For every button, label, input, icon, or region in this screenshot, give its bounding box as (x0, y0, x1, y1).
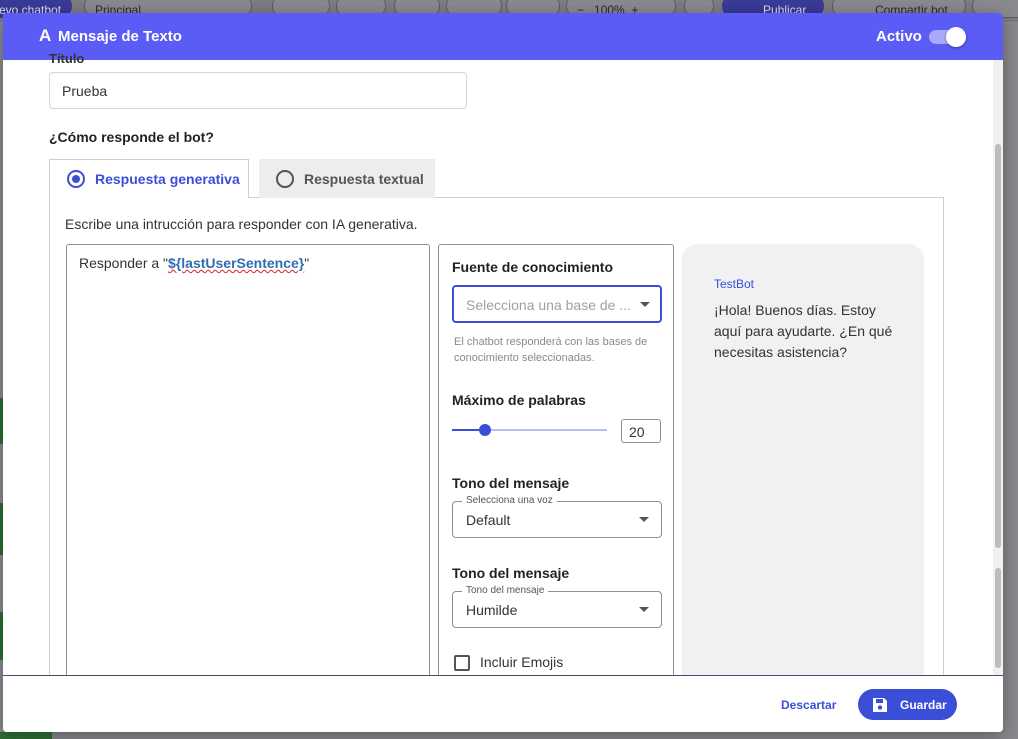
tone-select-value: Humilde (466, 602, 518, 618)
tab-label: Respuesta generativa (95, 171, 240, 187)
tone-select[interactable]: Tono del mensaje Humilde (452, 585, 662, 628)
active-toggle[interactable] (927, 27, 966, 47)
radio-unselected-icon (276, 169, 294, 188)
tab-label: Respuesta textual (304, 170, 424, 187)
save-button[interactable]: Guardar (858, 689, 957, 720)
voice-select-value: Default (466, 512, 511, 528)
caret-down-icon (640, 302, 650, 307)
title-input[interactable]: Prueba (49, 72, 467, 109)
max-words-label: Máximo de palabras (452, 392, 586, 408)
title-label: Título (49, 51, 85, 66)
scrollbar-thumb[interactable] (995, 144, 1001, 548)
max-words-slider-handle[interactable] (479, 424, 491, 436)
voice-select-legend: Selecciona una voz (462, 495, 557, 506)
chat-preview: TestBot ¡Hola! Buenos días. Estoy aquí p… (682, 244, 924, 704)
prompt-prefix: Responder a " (79, 255, 169, 271)
caret-down-icon (639, 607, 649, 612)
knowledge-base-select[interactable]: Selecciona una base de ... (452, 285, 662, 323)
tab-textual-response[interactable]: Respuesta textual (259, 159, 435, 198)
generation-settings-panel: Fuente de conocimiento Selecciona una ba… (438, 244, 674, 704)
caret-down-icon (639, 517, 649, 522)
modal-title: Mensaje de Texto (58, 28, 182, 45)
include-emojis-checkbox[interactable] (454, 655, 470, 671)
knowledge-help-text: El chatbot responderá con las bases de c… (454, 336, 648, 364)
tone-section-label: Tono del mensaje (452, 565, 570, 581)
floppy-disk-icon (873, 697, 887, 712)
knowledge-source-label: Fuente de conocimiento (452, 259, 614, 275)
tab-generative-response[interactable]: Respuesta generativa (49, 159, 249, 198)
response-question: ¿Cómo responde el bot? (49, 129, 214, 145)
bg-node (0, 732, 52, 739)
voice-section-label: Tono del mensaje (452, 475, 570, 491)
prompt-variable: ${lastUserSentence} (168, 255, 305, 271)
active-label: Activo (876, 28, 922, 45)
modal-footer: Descartar Guardar (3, 675, 1003, 732)
toggle-knob (946, 27, 966, 47)
prompt-textarea[interactable]: Responder a "${lastUserSentence}" (66, 244, 430, 704)
instruction-text: Escribe una intrucción para responder co… (65, 216, 418, 232)
modal-header: A Mensaje de Texto Activo (3, 13, 1003, 60)
preview-bot-name: TestBot (714, 277, 755, 291)
max-words-input[interactable]: 20 (621, 419, 661, 443)
include-emojis-label: Incluir Emojis (480, 654, 564, 670)
preview-message: ¡Hola! Buenos días. Estoy aquí para ayud… (714, 302, 893, 360)
text-message-modal: A Mensaje de Texto Activo Título Prueba … (3, 13, 1003, 732)
text-icon: A (39, 26, 52, 45)
prompt-suffix: " (304, 255, 310, 271)
tone-select-legend: Tono del mensaje (462, 585, 549, 596)
discard-button[interactable]: Descartar (773, 694, 844, 716)
radio-selected-icon (67, 170, 85, 188)
voice-select[interactable]: Selecciona una voz Default (452, 495, 662, 538)
knowledge-base-placeholder: Selecciona una base de ... (466, 297, 632, 313)
save-label: Guardar (900, 697, 947, 712)
scrollbar-thumb-lower (995, 568, 1001, 668)
